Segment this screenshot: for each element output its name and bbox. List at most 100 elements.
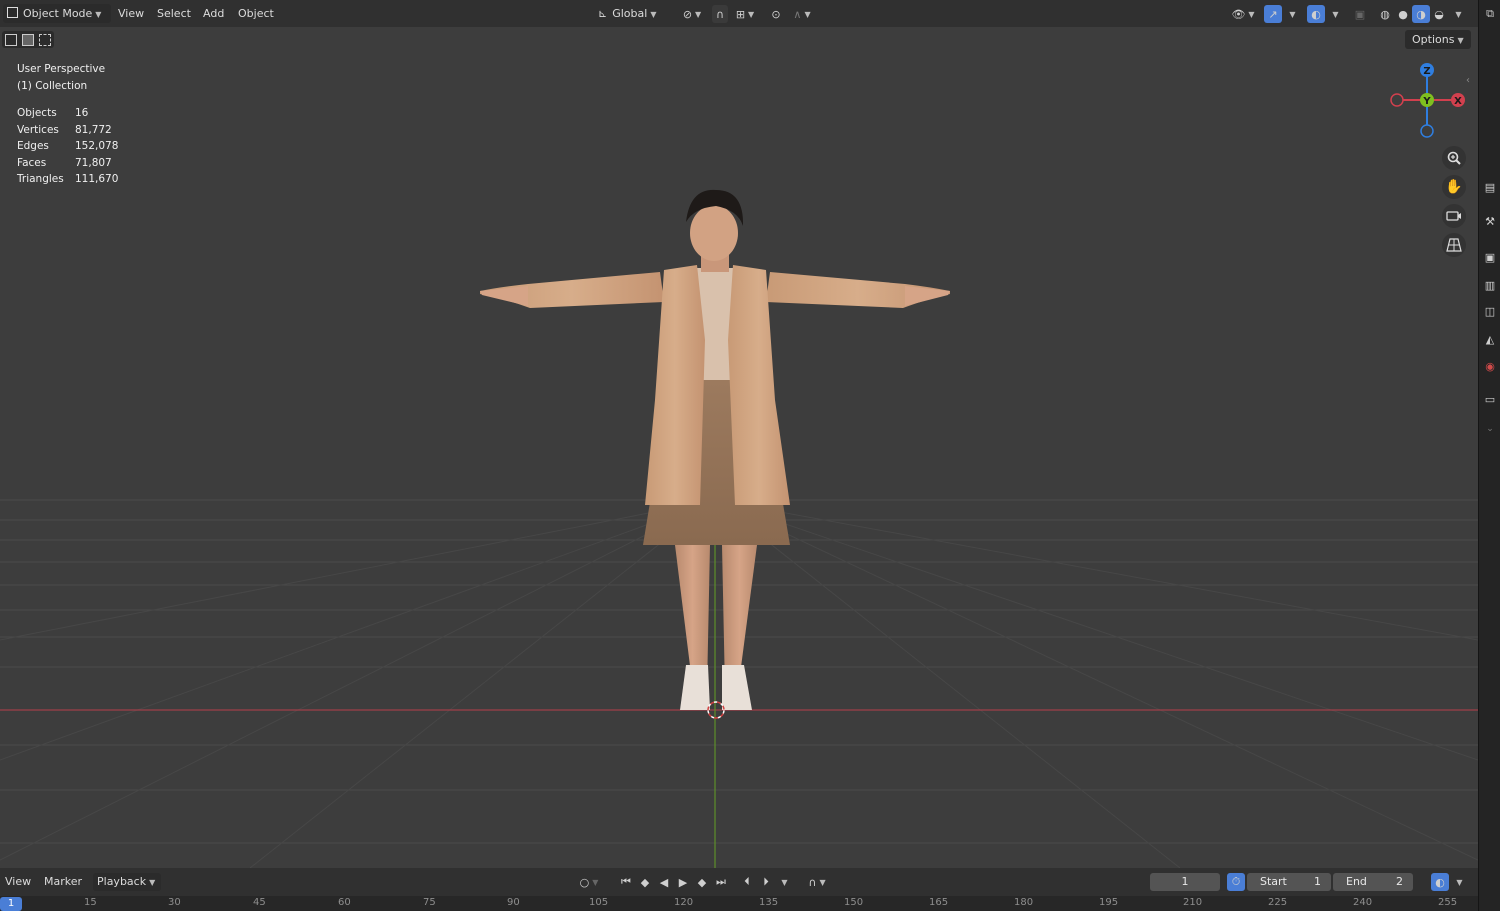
output-properties-icon[interactable]: ▥ (1481, 276, 1499, 294)
mode-selector[interactable]: Object Mode ▼ (3, 4, 111, 23)
chevron-down-icon[interactable]: ⌄ (1481, 420, 1499, 438)
wireframe-shading-icon[interactable]: ◍ (1376, 5, 1394, 23)
menu-object[interactable]: Object (238, 4, 274, 23)
viewport-stats: User Perspective (1) Collection Objects 1… (17, 61, 118, 188)
timeline-menu-marker[interactable]: Marker (44, 873, 82, 891)
visibility-eye-icon[interactable]: 👁 ▼ (1228, 5, 1258, 23)
stat-row: Faces 71,807 (17, 156, 112, 169)
next-frame-icon[interactable]: ⏵ (757, 873, 775, 891)
frame-ruler[interactable]: 1 15 30 45 60 75 90 105 120 135 150 165 … (0, 896, 1478, 911)
viewport-header: Object Mode ▼ View Select Add Object ⊾ Glo… (0, 0, 1478, 27)
sidebar-toggle-icon[interactable]: ‹ (1466, 75, 1470, 86)
proportional-editing-icon[interactable]: ⊙ (768, 5, 784, 23)
select-new-icon[interactable] (4, 33, 17, 46)
render-properties-icon[interactable]: ▣ (1481, 248, 1499, 266)
scene-properties-icon[interactable]: ◭ (1481, 330, 1499, 348)
view-layer-icon[interactable]: ◫ (1481, 302, 1499, 320)
select-extend-icon[interactable] (21, 33, 34, 46)
timeline-header: View Marker Playback ▼ ○ ▼ ⏮ ◆ ◀ ▶ ◆ ⏭ ⏴ ⏵… (0, 868, 1478, 896)
current-frame-indicator[interactable]: 1 (0, 897, 22, 911)
y-axis-label: Y (1422, 96, 1431, 107)
ruler-tick: 240 (1353, 897, 1373, 908)
preview-range-icon[interactable]: ⏱ (1227, 873, 1245, 891)
pivot-point-icon[interactable]: ⊘ ▼ (678, 5, 706, 23)
x-axis-label: X (1454, 96, 1462, 107)
neg-x-axis-handle (1390, 93, 1404, 107)
navigation-gizmo[interactable]: X Z Y (1382, 55, 1472, 145)
prev-keyframe-icon[interactable]: ◆ (636, 873, 654, 891)
ruler-tick: 225 (1268, 897, 1288, 908)
current-frame-field[interactable]: 1 (1150, 873, 1220, 891)
pan-hand-icon[interactable]: ✋ (1442, 175, 1466, 199)
start-value: 1 (1314, 875, 1321, 888)
stat-row: Triangles 111,670 (17, 173, 119, 185)
chevron-down-icon: ▼ (95, 10, 102, 19)
ruler-tick: 45 (253, 897, 266, 908)
camera-view-icon[interactable] (1442, 204, 1466, 228)
view-options-icon[interactable]: ◐ (1431, 873, 1449, 891)
menu-view[interactable]: View (118, 4, 144, 23)
ruler-tick: 15 (84, 897, 97, 908)
end-value: 2 (1396, 875, 1403, 888)
chevron-down-icon[interactable]: ▼ (776, 873, 790, 891)
zoom-icon[interactable] (1442, 146, 1466, 170)
options-button[interactable]: Options ▼ (1405, 30, 1471, 49)
timeline-menu-playback[interactable]: Playback ▼ (93, 873, 161, 891)
timeline-menu-view[interactable]: View (5, 873, 31, 891)
snap-target-icon[interactable]: ⊞ ▼ (731, 5, 759, 23)
mode-label: Object Mode (23, 7, 93, 20)
start-frame-field[interactable]: Start 1 (1247, 873, 1331, 891)
xray-icon[interactable]: ▣ (1351, 5, 1369, 23)
active-collection: (1) Collection (17, 79, 88, 92)
ruler-tick: 90 (507, 897, 520, 908)
ruler-tick: 255 (1438, 897, 1458, 908)
jump-end-icon[interactable]: ⏭ (712, 873, 730, 891)
play-reverse-icon[interactable]: ◀ (655, 873, 673, 891)
ruler-tick: 75 (423, 897, 436, 908)
jump-start-icon[interactable]: ⏮ (617, 873, 635, 891)
chevron-down-icon[interactable]: ▼ (1284, 5, 1298, 23)
menu-select[interactable]: Select (157, 4, 191, 23)
overlays-icon[interactable]: ◐ (1307, 5, 1325, 23)
orientation-label: Global (612, 7, 648, 20)
perspective-grid-icon[interactable] (1442, 233, 1466, 257)
chevron-down-icon: ▼ (1457, 36, 1464, 45)
auto-keying-icon[interactable]: ∩ ▼ (800, 873, 834, 891)
editor-type-icon[interactable]: ⧉ (1481, 6, 1499, 22)
solid-shading-icon[interactable]: ● (1394, 5, 1412, 23)
falloff-icon[interactable]: ∧ ▼ (788, 5, 816, 23)
chevron-down-icon: ▼ (650, 10, 657, 19)
stat-row: Objects 16 (17, 107, 89, 119)
properties-editor-strip: ⧉ ▤ ⚒ ▣ ▥ ◫ ◭ ◉ ▭ ⌄ (1478, 0, 1500, 911)
collection-properties-icon[interactable]: ▭ (1481, 390, 1499, 408)
ruler-tick: 105 (589, 897, 609, 908)
stat-row: Edges 152,078 (17, 140, 119, 152)
tool-settings-icon[interactable]: ⚒ (1481, 212, 1499, 230)
select-subtract-icon[interactable] (39, 33, 52, 46)
world-properties-icon[interactable]: ◉ (1481, 357, 1499, 375)
chevron-down-icon[interactable]: ▼ (1327, 5, 1341, 23)
selection-mode-toolbar (2, 31, 54, 48)
z-axis-label: Z (1423, 66, 1430, 77)
material-shading-icon[interactable]: ◑ (1412, 5, 1430, 23)
snap-icon[interactable]: ∩ (712, 5, 728, 23)
keying-icon[interactable]: ○ ▼ (572, 873, 606, 891)
menu-add[interactable]: Add (203, 4, 224, 23)
transform-orientation[interactable]: ⊾ Global ▼ (598, 4, 670, 23)
chevron-down-icon[interactable]: ▼ (1451, 873, 1465, 891)
stat-row: Vertices 81,772 (17, 123, 112, 136)
ruler-tick: 150 (844, 897, 864, 908)
rendered-shading-icon[interactable]: ◒ (1430, 5, 1448, 23)
prev-frame-icon[interactable]: ⏴ (738, 873, 756, 891)
3d-viewport[interactable]: Options ▼ User Perspective (1) Collection… (0, 27, 1478, 868)
ruler-tick: 210 (1183, 897, 1203, 908)
chevron-down-icon[interactable]: ▼ (1450, 5, 1464, 23)
next-keyframe-icon[interactable]: ◆ (693, 873, 711, 891)
ruler-tick: 30 (168, 897, 181, 908)
ruler-tick: 180 (1014, 897, 1034, 908)
gizmo-toggle-icon[interactable]: ↗ (1264, 5, 1282, 23)
play-icon[interactable]: ▶ (674, 873, 692, 891)
end-frame-field[interactable]: End 2 (1333, 873, 1413, 891)
viewport-scene (0, 189, 1478, 868)
tool-properties-icon[interactable]: ▤ (1481, 178, 1499, 196)
